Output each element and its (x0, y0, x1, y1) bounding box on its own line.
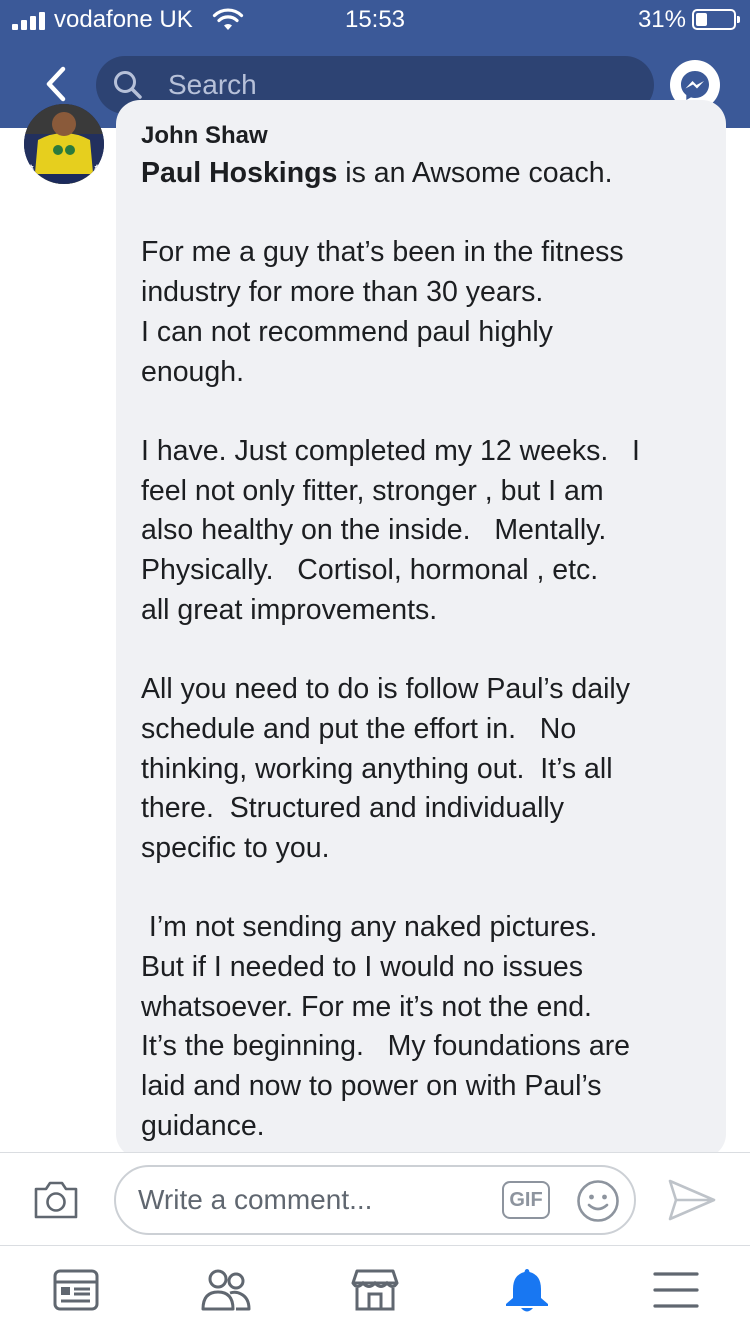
battery-percent: 31% (637, 6, 686, 33)
groups-icon (201, 1269, 251, 1311)
comment-line: all great improvements. (141, 593, 438, 626)
chevron-left-icon (46, 66, 66, 102)
comment-line: schedule and put the effort in. No (141, 712, 577, 745)
comment-field[interactable]: GIF (114, 1165, 636, 1235)
comment-line: Paul Hoskings is an Awsome coach. (141, 154, 709, 194)
mention-link[interactable]: Paul Hoskings (141, 157, 337, 189)
comment-line: All you need to do is follow Paul’s dail… (141, 673, 631, 706)
comment-composer: GIF (0, 1152, 750, 1246)
comment-line: Physically. Cortisol, hormonal , etc. (141, 554, 599, 586)
comment-line: industry for more than 30 years. (141, 276, 544, 309)
comment-blank-line (141, 194, 709, 234)
comment-line: whatsoever. For me it’s not the end. (141, 990, 592, 1023)
status-bar: vodafone UK 15:53 31% (0, 0, 750, 40)
tab-news-feed[interactable] (50, 1266, 102, 1314)
comment-line: But if I needed to I would no issues (141, 951, 584, 983)
emoji-icon[interactable] (576, 1179, 620, 1223)
comment-line: guidance. (141, 1109, 265, 1142)
tab-groups[interactable] (200, 1266, 252, 1314)
gif-button[interactable]: GIF (502, 1181, 550, 1219)
comment-line: also healthy on the inside. Mentally. (141, 514, 607, 547)
avatar[interactable] (24, 104, 104, 184)
tab-notifications[interactable] (501, 1266, 553, 1314)
comment-line: feel not only fitter, stronger , but I a… (141, 474, 604, 507)
comment-line-text: is an Awsome coach. (337, 157, 613, 189)
comment-line: It’s the beginning. My foundations are (141, 1030, 631, 1063)
send-icon[interactable] (666, 1177, 718, 1223)
comment-line: I can not recommend paul highly (141, 315, 553, 348)
battery-icon (692, 9, 740, 30)
back-button[interactable] (36, 62, 76, 106)
comment-input[interactable] (138, 1167, 498, 1233)
comment-line: specific to you. (141, 831, 330, 864)
comment-line: I’m not sending any naked pictures. (141, 911, 598, 944)
tab-marketplace[interactable] (349, 1266, 401, 1314)
comment-blank-line (141, 392, 709, 432)
comment-line: enough. (141, 355, 245, 388)
comment-blank-line (141, 869, 709, 909)
comment-line: For me a guy that’s been in the fitness (141, 236, 624, 269)
comment-line: I have. Just completed my 12 weeks. I (141, 434, 640, 467)
notifications-icon (506, 1269, 548, 1312)
comment-blank-line (141, 630, 709, 670)
marketplace-icon (351, 1269, 399, 1311)
messenger-icon (681, 71, 709, 100)
comment-line: thinking, working anything out. It’s all (141, 752, 613, 785)
profile-photo (24, 104, 104, 184)
comment-line: there. Structured and individually (141, 792, 564, 825)
news-feed-icon (53, 1269, 99, 1311)
comment-line: laid and now to power on with Paul’s (141, 1070, 602, 1103)
menu-icon (653, 1272, 699, 1308)
comment-text: Paul Hoskings is an Awsome coach. For me… (141, 154, 709, 1147)
battery-level (696, 13, 707, 26)
tab-menu[interactable] (650, 1266, 702, 1314)
search-icon (114, 71, 142, 99)
comment-author[interactable]: John Shaw (141, 122, 268, 150)
camera-icon[interactable] (32, 1179, 80, 1221)
bottom-tab-bar (0, 1246, 750, 1334)
